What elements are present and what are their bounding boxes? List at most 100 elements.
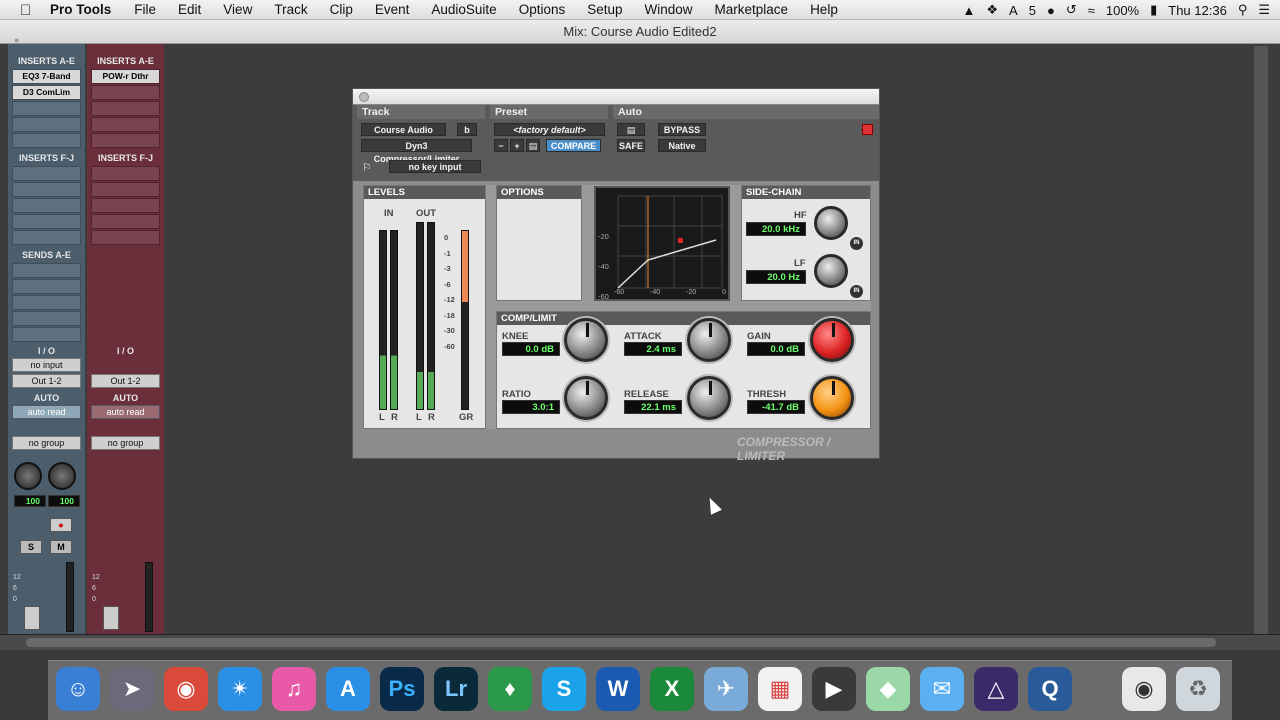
apple-icon[interactable]:  bbox=[20, 2, 36, 19]
insert-slot[interactable] bbox=[91, 182, 160, 197]
preview-icon[interactable]: ✈ bbox=[704, 667, 748, 711]
thresh-knob[interactable] bbox=[810, 376, 854, 420]
menu-help[interactable]: Help bbox=[799, 2, 849, 17]
menu-clip[interactable]: Clip bbox=[319, 2, 364, 17]
lightroom-icon[interactable]: Lr bbox=[434, 667, 478, 711]
safari-icon[interactable]: ✴ bbox=[218, 667, 262, 711]
hf-knob[interactable] bbox=[814, 206, 848, 240]
insert-slot[interactable] bbox=[91, 214, 160, 229]
key-input-selector[interactable]: no key input bbox=[389, 160, 481, 173]
attack-knob[interactable] bbox=[687, 318, 731, 362]
close-icon[interactable] bbox=[359, 92, 369, 102]
menu-options[interactable]: Options bbox=[508, 2, 577, 17]
menu-file[interactable]: File bbox=[123, 2, 167, 17]
menu-audiosuite[interactable]: AudioSuite bbox=[420, 2, 507, 17]
menu-marketplace[interactable]: Marketplace bbox=[704, 2, 800, 17]
insert-slot[interactable] bbox=[12, 230, 81, 245]
insert-slot[interactable] bbox=[91, 230, 160, 245]
pan-knob-left[interactable] bbox=[14, 462, 42, 490]
word-icon[interactable]: W bbox=[596, 667, 640, 711]
target-icon[interactable] bbox=[862, 124, 873, 135]
automation-mode[interactable]: auto read bbox=[12, 405, 81, 419]
record-button[interactable]: ● bbox=[50, 518, 72, 532]
search-icon[interactable]: ⚲ bbox=[1238, 2, 1248, 18]
send-slot[interactable] bbox=[12, 327, 81, 342]
skype-icon[interactable]: S bbox=[542, 667, 586, 711]
send-slot[interactable] bbox=[12, 311, 81, 326]
insert-slot[interactable] bbox=[12, 101, 81, 116]
bypass-button[interactable]: BYPASS bbox=[658, 123, 706, 136]
send-slot[interactable] bbox=[12, 279, 81, 294]
insert-d3-comlim[interactable]: D3 ComLim bbox=[12, 85, 81, 100]
output-selector[interactable]: Out 1-2 bbox=[12, 374, 81, 388]
input-selector[interactable]: no input bbox=[12, 358, 81, 372]
itunes-icon[interactable]: ♫ bbox=[272, 667, 316, 711]
group-selector[interactable]: no group bbox=[91, 436, 160, 450]
evernote-icon[interactable]: ● bbox=[1047, 3, 1055, 18]
photoshop-icon[interactable]: Ps bbox=[380, 667, 424, 711]
automation-mode[interactable]: auto read bbox=[91, 405, 160, 419]
quicktime-icon[interactable]: Q bbox=[1028, 667, 1072, 711]
insert-powr-dither[interactable]: POW-r Dthr bbox=[91, 69, 160, 84]
solo-button[interactable]: S bbox=[20, 540, 42, 554]
trash-icon[interactable]: ♻ bbox=[1176, 667, 1220, 711]
pan-knob-right[interactable] bbox=[48, 462, 76, 490]
list-icon[interactable]: ☰ bbox=[1258, 2, 1270, 18]
finder-icon[interactable]: ☺ bbox=[56, 667, 100, 711]
preset-selector[interactable]: <factory default> bbox=[494, 123, 605, 136]
mute-button[interactable]: M bbox=[50, 540, 72, 554]
track-selector[interactable]: Course Audio bbox=[361, 123, 446, 136]
knee-knob[interactable] bbox=[564, 318, 608, 362]
gain-knob[interactable] bbox=[810, 318, 854, 362]
ratio-knob[interactable] bbox=[564, 376, 608, 420]
output-selector[interactable]: Out 1-2 bbox=[91, 374, 160, 388]
pro-tools-icon[interactable]: △ bbox=[974, 667, 1018, 711]
menu-app[interactable]: Pro Tools bbox=[50, 2, 123, 17]
vertical-scrollbar[interactable] bbox=[1254, 46, 1268, 636]
insert-slot[interactable] bbox=[12, 198, 81, 213]
insert-slot[interactable] bbox=[12, 214, 81, 229]
menu-setup[interactable]: Setup bbox=[576, 2, 633, 17]
automation-window-button[interactable]: ▤ bbox=[617, 123, 645, 136]
insert-slot[interactable] bbox=[12, 133, 81, 148]
monument-icon[interactable]: ◆ bbox=[866, 667, 910, 711]
release-knob[interactable] bbox=[687, 376, 731, 420]
excel-icon[interactable]: X bbox=[650, 667, 694, 711]
send-slot[interactable] bbox=[12, 295, 81, 310]
insert-slot[interactable] bbox=[91, 166, 160, 181]
battery-icon[interactable]: ▮ bbox=[1150, 2, 1157, 18]
volume-fader[interactable] bbox=[103, 606, 119, 630]
app-store-icon[interactable]: A bbox=[326, 667, 370, 711]
channel-selector[interactable]: b bbox=[457, 123, 477, 136]
insert-selector[interactable]: Dyn3 Compressor/Limiter bbox=[361, 139, 472, 164]
messages-icon[interactable]: ✉ bbox=[920, 667, 964, 711]
insert-slot[interactable] bbox=[91, 101, 160, 116]
chrome-icon[interactable]: ◉ bbox=[164, 667, 208, 711]
evernote-dock-icon[interactable]: ♦ bbox=[488, 667, 532, 711]
send-slot[interactable] bbox=[12, 263, 81, 278]
volume-fader[interactable] bbox=[24, 606, 40, 630]
group-selector[interactable]: no group bbox=[12, 436, 81, 450]
launchpad-icon[interactable]: ➤ bbox=[110, 667, 154, 711]
menu-edit[interactable]: Edit bbox=[167, 2, 212, 17]
lf-in-button[interactable]: IN bbox=[850, 285, 863, 298]
safe-button[interactable]: SAFE bbox=[617, 139, 645, 152]
insert-slot[interactable] bbox=[91, 198, 160, 213]
insert-slot[interactable] bbox=[12, 166, 81, 181]
insert-slot[interactable] bbox=[12, 182, 81, 197]
preset-prev-button[interactable]: − bbox=[494, 139, 508, 152]
insert-slot[interactable] bbox=[91, 117, 160, 132]
wifi-icon[interactable]: ≈ bbox=[1088, 3, 1095, 18]
insert-slot[interactable] bbox=[12, 117, 81, 132]
insert-slot[interactable] bbox=[91, 85, 160, 100]
avid-icon[interactable]: ▲ bbox=[963, 3, 976, 18]
insert-slot[interactable] bbox=[91, 133, 160, 148]
screenshot-icon[interactable]: ◉ bbox=[1122, 667, 1166, 711]
menu-track[interactable]: Track bbox=[263, 2, 318, 17]
clock[interactable]: Thu 12:36 bbox=[1168, 3, 1227, 18]
copy-settings-icon[interactable]: ▤ bbox=[526, 139, 540, 152]
grid-app-icon[interactable]: ▦ bbox=[758, 667, 802, 711]
preset-next-button[interactable]: + bbox=[510, 139, 524, 152]
native-button[interactable]: Native bbox=[658, 139, 706, 152]
dropbox-icon[interactable]: ❖ bbox=[986, 2, 998, 18]
